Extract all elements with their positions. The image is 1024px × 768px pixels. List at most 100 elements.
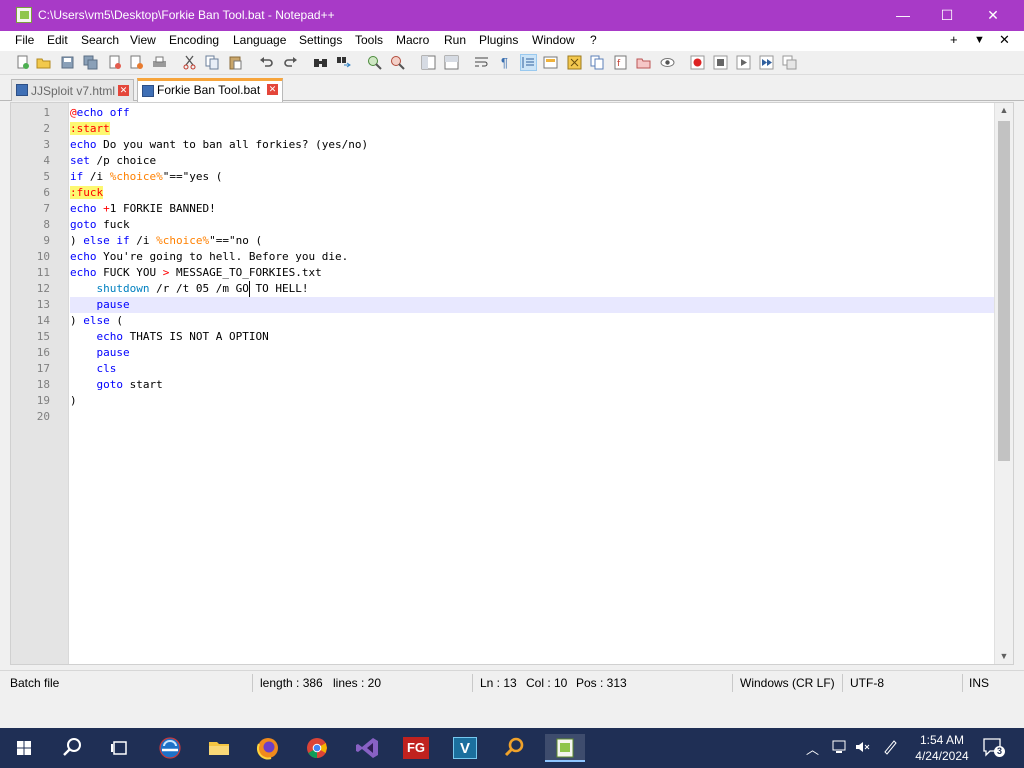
replace-icon[interactable] bbox=[336, 55, 351, 70]
new-file-icon[interactable] bbox=[15, 55, 30, 70]
editor-pane[interactable]: 1 2 3 4 5 6 7 8 9 10 11 12 13 14 15 16 17 18 19 20 @echo of… bbox=[10, 102, 1014, 665]
menu-encoding[interactable]: Encoding bbox=[169, 33, 219, 47]
v-app-icon[interactable]: V bbox=[450, 734, 480, 762]
tab-forkie-ban-tool[interactable]: Forkie Ban Tool.bat ✕ bbox=[137, 78, 283, 102]
search-icon[interactable] bbox=[57, 734, 87, 762]
windows-start-icon[interactable] bbox=[9, 734, 39, 762]
code-line[interactable]: ) bbox=[70, 393, 994, 409]
run-macro-multiple-icon[interactable] bbox=[759, 55, 774, 70]
minimize-button[interactable]: — bbox=[880, 0, 926, 31]
tab-close-icon[interactable]: ✕ bbox=[267, 84, 278, 95]
tab-list-dropdown[interactable]: ▼ bbox=[974, 34, 985, 46]
sync-vertical-icon[interactable] bbox=[421, 55, 436, 70]
close-icon[interactable] bbox=[107, 55, 122, 70]
menu-file[interactable]: File bbox=[15, 33, 34, 47]
fg-app-icon[interactable]: FG bbox=[401, 734, 431, 762]
line-number-gutter[interactable]: 1 2 3 4 5 6 7 8 9 10 11 12 13 14 15 16 17 18 19 20 bbox=[11, 103, 69, 664]
code-line[interactable]: :fuck bbox=[70, 185, 994, 201]
close-tab-menu-button[interactable]: ✕ bbox=[999, 32, 1010, 48]
code-area[interactable]: @echo off:start echo Do you want to ban a… bbox=[70, 103, 994, 664]
show-all-chars-icon[interactable]: ¶ bbox=[497, 55, 512, 70]
find-icon[interactable] bbox=[313, 55, 328, 70]
code-line[interactable]: goto start bbox=[70, 377, 994, 393]
taskbar-clock[interactable]: 1:54 AM 4/24/2024 bbox=[913, 732, 971, 764]
sync-horizontal-icon[interactable] bbox=[444, 55, 459, 70]
menu-view[interactable]: View bbox=[130, 33, 156, 47]
code-line[interactable]: goto fuck bbox=[70, 217, 994, 233]
tab-close-icon[interactable]: ✕ bbox=[118, 85, 129, 96]
function-list-icon[interactable]: f bbox=[613, 55, 628, 70]
code-line[interactable]: ) else if /i %choice%"=="no ( bbox=[70, 233, 994, 249]
print-icon[interactable] bbox=[152, 55, 167, 70]
visual-studio-icon[interactable] bbox=[352, 734, 382, 762]
cut-icon[interactable] bbox=[182, 55, 197, 70]
folder-workspace-icon[interactable] bbox=[636, 55, 651, 70]
save-icon[interactable] bbox=[60, 55, 75, 70]
code-line[interactable]: echo THATS IS NOT A OPTION bbox=[70, 329, 994, 345]
tab-jjsploit[interactable]: JJSploit v7.html ✕ bbox=[11, 79, 134, 101]
zoom-out-icon[interactable] bbox=[390, 55, 405, 70]
code-line[interactable]: :start bbox=[70, 121, 994, 137]
volume-muted-icon[interactable] bbox=[855, 739, 871, 758]
scroll-thumb[interactable] bbox=[998, 121, 1010, 461]
notepadpp-app-icon[interactable] bbox=[16, 7, 32, 23]
record-macro-icon[interactable] bbox=[690, 55, 705, 70]
menu-window[interactable]: Window bbox=[532, 33, 575, 47]
close-window-button[interactable]: ✕ bbox=[970, 0, 1016, 31]
new-tab-button[interactable]: + bbox=[950, 32, 958, 47]
code-line[interactable]: ) else ( bbox=[70, 313, 994, 329]
play-macro-icon[interactable] bbox=[736, 55, 751, 70]
menu-tools[interactable]: Tools bbox=[355, 33, 383, 47]
code-line[interactable]: echo Do you want to ban all forkies? (ye… bbox=[70, 137, 994, 153]
open-file-icon[interactable] bbox=[36, 55, 51, 70]
file-explorer-icon[interactable] bbox=[204, 734, 234, 762]
undo-icon[interactable] bbox=[259, 55, 274, 70]
stop-macro-icon[interactable] bbox=[713, 55, 728, 70]
menu-help[interactable]: ? bbox=[590, 33, 597, 47]
code-line[interactable]: pause bbox=[70, 345, 994, 361]
menu-settings[interactable]: Settings bbox=[299, 33, 342, 47]
status-encoding[interactable]: UTF-8 bbox=[850, 676, 884, 690]
search-app-icon[interactable] bbox=[499, 734, 529, 762]
menu-macro[interactable]: Macro bbox=[396, 33, 429, 47]
code-line[interactable]: @echo off bbox=[70, 105, 994, 121]
notepadpp-icon[interactable] bbox=[545, 734, 585, 762]
code-line[interactable]: echo +1 FORKIE BANNED! bbox=[70, 201, 994, 217]
chrome-icon[interactable] bbox=[302, 734, 332, 762]
vertical-scrollbar[interactable]: ▲ ▼ bbox=[994, 103, 1013, 664]
menu-plugins[interactable]: Plugins bbox=[479, 33, 518, 47]
udl-icon[interactable] bbox=[543, 55, 558, 70]
save-macro-icon[interactable] bbox=[782, 55, 797, 70]
code-line[interactable]: pause bbox=[70, 297, 994, 313]
edge-icon[interactable] bbox=[155, 734, 185, 762]
paste-icon[interactable] bbox=[228, 55, 243, 70]
task-view-icon[interactable] bbox=[105, 734, 135, 762]
firefox-icon[interactable] bbox=[253, 734, 283, 762]
code-line[interactable]: cls bbox=[70, 361, 994, 377]
code-line[interactable]: echo You're going to hell. Before you di… bbox=[70, 249, 994, 265]
menu-run[interactable]: Run bbox=[444, 33, 466, 47]
maximize-button[interactable]: ☐ bbox=[924, 0, 970, 31]
menu-edit[interactable]: Edit bbox=[47, 33, 68, 47]
scroll-up-arrow-icon[interactable]: ▲ bbox=[995, 105, 1013, 115]
close-all-icon[interactable] bbox=[129, 55, 144, 70]
doc-map-icon[interactable] bbox=[567, 55, 582, 70]
code-line[interactable]: if /i %choice%"=="yes ( bbox=[70, 169, 994, 185]
redo-icon[interactable] bbox=[283, 55, 298, 70]
word-wrap-icon[interactable] bbox=[474, 55, 489, 70]
status-eol[interactable]: Windows (CR LF) bbox=[740, 676, 835, 690]
network-icon[interactable] bbox=[832, 739, 848, 758]
menu-search[interactable]: Search bbox=[81, 33, 119, 47]
indent-guide-icon[interactable] bbox=[520, 54, 537, 71]
code-line[interactable]: shutdown /r /t 05 /m GO TO HELL! bbox=[70, 281, 994, 297]
save-all-icon[interactable] bbox=[83, 55, 98, 70]
monitoring-icon[interactable] bbox=[660, 55, 675, 70]
pen-workspace-icon[interactable] bbox=[882, 739, 898, 758]
scroll-down-arrow-icon[interactable]: ▼ bbox=[995, 651, 1013, 661]
notification-center-icon[interactable]: 3 bbox=[982, 737, 1005, 757]
zoom-in-icon[interactable] bbox=[367, 55, 382, 70]
code-line[interactable] bbox=[70, 409, 994, 425]
doc-list-icon[interactable] bbox=[590, 55, 605, 70]
copy-icon[interactable] bbox=[205, 55, 220, 70]
menu-language[interactable]: Language bbox=[233, 33, 286, 47]
